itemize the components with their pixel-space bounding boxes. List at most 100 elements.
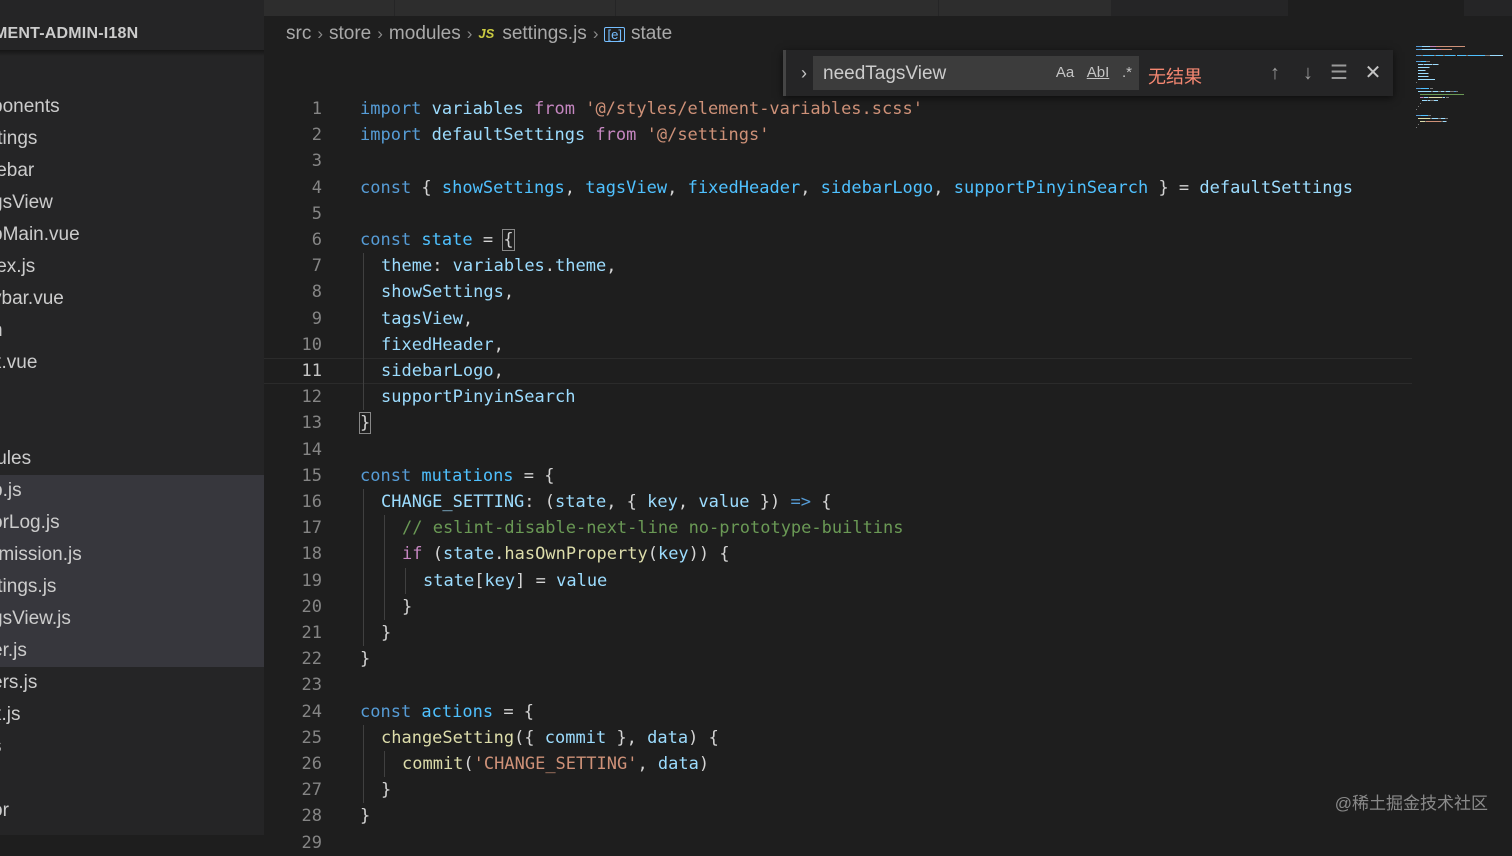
code-line[interactable]: 7 theme: variables.theme,: [264, 253, 1412, 279]
code-line[interactable]: 8 showSettings,: [264, 279, 1412, 305]
code-line[interactable]: 13}: [264, 410, 1412, 436]
explorer-tree-item[interactable]: lules: [0, 443, 264, 475]
code-line[interactable]: 5: [264, 201, 1412, 227]
explorer-tree-item[interactable]: lebar: [0, 155, 264, 187]
code-line[interactable]: 6 const state = {: [264, 227, 1412, 253]
code-token: commit: [544, 727, 607, 748]
minimap-mark: [1418, 70, 1426, 71]
explorer-tree-item-label: gsView.js: [0, 608, 71, 629]
minimap-mark: [1429, 88, 1434, 89]
code-line[interactable]: 2 import defaultSettings from '@/settings…: [264, 122, 1412, 148]
minimap-mark: [1418, 73, 1428, 74]
line-number: 16: [301, 492, 322, 512]
code-line[interactable]: 3: [264, 148, 1412, 174]
explorer-tree-item[interactable]: ttings.js: [0, 571, 264, 603]
code-token: }: [360, 806, 371, 827]
code-line[interactable]: 29: [264, 830, 1412, 856]
explorer-tree-item[interactable]: gsView.js: [0, 603, 264, 635]
code-token: if: [402, 544, 433, 565]
regex-icon[interactable]: .*: [1117, 62, 1137, 84]
code-line[interactable]: 27}: [264, 777, 1412, 803]
find-in-selection-icon[interactable]: ☰: [1327, 61, 1351, 85]
code-token: defaultSettings: [1199, 177, 1353, 198]
line-number: 1: [311, 99, 322, 119]
minimap[interactable]: [1412, 46, 1512, 146]
code-line[interactable]: 19 state[key] = value: [264, 568, 1412, 594]
code-line[interactable]: 20}: [264, 594, 1412, 620]
explorer-tree-item[interactable]: er.js: [0, 635, 264, 667]
arrow-down-icon[interactable]: ↓: [1296, 61, 1320, 85]
explorer-title[interactable]: MENT-ADMIN-I18N: [0, 22, 138, 46]
line-number: 9: [311, 308, 322, 329]
editor-tab-active[interactable]: [1288, 0, 1465, 16]
explorer-tree-item[interactable]: p.js: [0, 475, 264, 507]
arrow-up-icon[interactable]: ↑: [1263, 61, 1287, 85]
explorer-tree-item[interactable]: [0, 763, 264, 795]
code-line[interactable]: 23: [264, 672, 1412, 698]
breadcrumb-modules[interactable]: modules: [389, 20, 461, 48]
explorer-tree-item[interactable]: gsView: [0, 187, 264, 219]
code-line[interactable]: 14: [264, 437, 1412, 463]
explorer-tree-item[interactable]: ttings: [0, 123, 264, 155]
explorer-tree-item[interactable]: orLog.js: [0, 507, 264, 539]
explorer-tree-item[interactable]: t: [0, 59, 264, 91]
explorer-tree-item[interactable]: s: [0, 731, 264, 763]
editor-tab[interactable]: [616, 0, 939, 16]
line-number: 12: [301, 387, 322, 408]
find-input[interactable]: [821, 56, 1045, 92]
code-line[interactable]: 28}: [264, 803, 1412, 829]
editor-tab[interactable]: [939, 0, 1112, 16]
code-line[interactable]: 1 import variables from '@/styles/element…: [264, 96, 1412, 122]
code-token: .: [544, 256, 556, 277]
code-line[interactable]: 11 sidebarLogo,: [264, 358, 1412, 384]
explorer-tree-item[interactable]: pMain.vue: [0, 219, 264, 251]
breadcrumb-symbol[interactable]: state: [631, 20, 672, 48]
code-text: const state = {: [360, 227, 515, 253]
code-line[interactable]: 24 const actions = {: [264, 699, 1412, 725]
explorer-tree-item[interactable]: lex.js: [0, 251, 264, 283]
explorer-tree-item[interactable]: or: [0, 795, 264, 827]
line-number: 15: [301, 465, 322, 486]
code-line[interactable]: 16 CHANGE_SETTING: (state, { key, value }…: [264, 489, 1412, 515]
breadcrumb-file[interactable]: settings.js: [502, 20, 586, 48]
minimap-mark: [1418, 118, 1430, 119]
code-line[interactable]: 22}: [264, 646, 1412, 672]
code-line[interactable]: 9 tagsView,: [264, 306, 1412, 332]
explorer-tree-item[interactable]: rmission.js: [0, 539, 264, 571]
code-token: =>: [790, 492, 811, 512]
code-token: tagsView: [585, 177, 668, 198]
explorer-tree-item[interactable]: ponents: [0, 91, 264, 123]
code-token: ,: [493, 334, 504, 355]
minimap-mark: [1420, 94, 1465, 95]
whole-word-icon[interactable]: AbI: [1085, 62, 1111, 84]
code-token: [: [474, 570, 485, 591]
breadcrumb-store[interactable]: store: [329, 20, 371, 48]
explorer-tree-item[interactable]: n: [0, 315, 264, 347]
explorer-tree-item[interactable]: x.js: [0, 699, 264, 731]
chevron-right-icon[interactable]: ›: [794, 62, 814, 84]
explorer-tree-item[interactable]: r: [0, 379, 264, 411]
code-line[interactable]: 12 supportPinyinSearch: [264, 384, 1412, 410]
code-line[interactable]: 25 changeSetting({ commit }, data) {: [264, 725, 1412, 751]
line-number: 20: [301, 596, 322, 617]
code-token: : (: [524, 492, 556, 512]
editor-tab[interactable]: [264, 0, 395, 16]
editor-tab[interactable]: [395, 0, 616, 16]
code-line[interactable]: 26 commit('CHANGE_SETTING', data): [264, 751, 1412, 777]
code-line[interactable]: 4 const { showSettings, tagsView, fixedHe…: [264, 175, 1412, 201]
code-token: {: [810, 492, 832, 512]
breadcrumb-src[interactable]: src: [286, 20, 311, 48]
code-editor[interactable]: 1 import variables from '@/styles/element…: [264, 92, 1412, 853]
explorer-tree-item[interactable]: vbar.vue: [0, 283, 264, 315]
code-line[interactable]: 10 fixedHeader,: [264, 332, 1412, 358]
explorer-tree-item[interactable]: x.vue: [0, 347, 264, 379]
code-line[interactable]: 17 // eslint-disable-next-line no-prototy…: [264, 515, 1412, 541]
minimap-mark: [1468, 55, 1486, 56]
explorer-tree-item[interactable]: [0, 411, 264, 443]
close-icon[interactable]: ✕: [1361, 61, 1385, 85]
code-line[interactable]: 15 const mutations = {: [264, 463, 1412, 489]
match-case-icon[interactable]: Aa: [1053, 62, 1077, 84]
code-line[interactable]: 21}: [264, 620, 1412, 646]
explorer-tree-item[interactable]: ers.js: [0, 667, 264, 699]
code-line[interactable]: 18 if (state.hasOwnProperty(key)) {: [264, 541, 1412, 567]
